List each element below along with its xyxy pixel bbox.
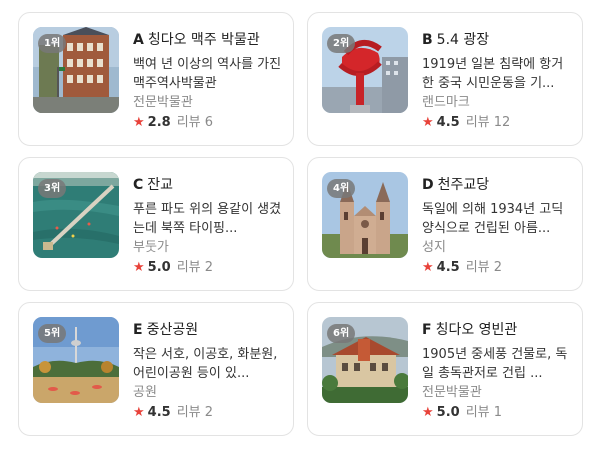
place-photo: 4위 [322, 172, 408, 258]
rank-badge: 6위 [327, 324, 356, 343]
place-category: 전문박물관 [422, 385, 482, 400]
review-count: 리뷰 2 [176, 260, 214, 275]
place-category: 공원 [133, 385, 157, 400]
place-rating: ★ 2.8 리뷰 6 [133, 114, 283, 132]
place-description: 푸른 파도 위의 용같이 생겼는데 북쪽 타이핑... [133, 202, 282, 236]
rating-score: 4.5 [436, 260, 460, 275]
place-description: 1905년 중세풍 건물로, 독일 총독관저로 건립 ... [422, 347, 568, 381]
rank-badge: 3위 [38, 179, 67, 198]
place-description: 1919년 일본 침략에 항거한 중국 시민운동을 기... [422, 57, 564, 91]
place-card-beer-museum[interactable]: 1위 A 칭다오 맥주 박물관 백여 년 이상의 역사를 가진 맥주역사박물관 전… [18, 12, 294, 146]
rating-score: 4.5 [436, 115, 460, 130]
place-grid: 1위 A 칭다오 맥주 박물관 백여 년 이상의 역사를 가진 맥주역사박물관 전… [0, 0, 605, 450]
place-letter: E [133, 322, 143, 338]
place-title[interactable]: B 5.4 광장 [422, 31, 572, 49]
place-card-may-fourth-square[interactable]: 2위 B 5.4 광장 1919년 일본 침략에 항거한 중국 시민운동을 기..… [307, 12, 583, 146]
place-photo: 5위 [33, 317, 119, 403]
place-category: 랜드마크 [422, 95, 470, 110]
place-card-zhanqiao-pier[interactable]: 3위 C 잔교 푸른 파도 위의 용같이 생겼는데 북쪽 타이핑... 부둣가 ★… [18, 157, 294, 291]
review-count: 리뷰 6 [176, 115, 214, 130]
place-letter: F [422, 322, 432, 338]
place-title[interactable]: D 천주교당 [422, 176, 572, 194]
place-title[interactable]: A 칭다오 맥주 박물관 [133, 31, 283, 49]
place-name: 중산공원 [146, 322, 199, 338]
star-icon: ★ [133, 405, 145, 420]
place-name: 잔교 [147, 177, 174, 193]
place-title[interactable]: C 잔교 [133, 176, 283, 194]
place-rating: ★ 5.0 리뷰 2 [133, 259, 283, 277]
star-icon: ★ [422, 405, 434, 420]
place-letter: A [133, 32, 144, 48]
place-letter: C [133, 177, 144, 193]
review-count: 리뷰 2 [465, 260, 503, 275]
place-card-catholic-church[interactable]: 4위 D 천주교당 독일에 의해 1934년 고딕양식으로 건립된 아름... 성… [307, 157, 583, 291]
rating-score: 5.0 [147, 260, 171, 275]
review-count: 리뷰 12 [465, 115, 511, 130]
review-count: 리뷰 1 [465, 405, 503, 420]
place-rating: ★ 4.5 리뷰 12 [422, 114, 572, 132]
place-name: 5.4 광장 [436, 32, 490, 48]
place-photo: 2위 [322, 27, 408, 113]
place-rating: ★ 5.0 리뷰 1 [422, 404, 572, 422]
place-photo: 6위 [322, 317, 408, 403]
place-letter: D [422, 177, 434, 193]
place-category: 전문박물관 [133, 95, 193, 110]
place-title[interactable]: E 중산공원 [133, 321, 283, 339]
place-card-guest-house[interactable]: 6위 F 칭다오 영빈관 1905년 중세풍 건물로, 독일 총독관저로 건립 .… [307, 302, 583, 436]
place-rating: ★ 4.5 리뷰 2 [133, 404, 283, 422]
rating-score: 2.8 [147, 115, 171, 130]
rating-score: 4.5 [147, 405, 171, 420]
place-name: 천주교당 [437, 177, 490, 193]
place-category: 성지 [422, 240, 446, 255]
place-title[interactable]: F 칭다오 영빈관 [422, 321, 572, 339]
place-photo: 1위 [33, 27, 119, 113]
place-card-zhongshan-park[interactable]: 5위 E 중산공원 작은 서호, 이공호, 화분원, 어린이공원 등이 있... … [18, 302, 294, 436]
place-description: 백여 년 이상의 역사를 가진 맥주역사박물관 [133, 57, 282, 91]
place-rating: ★ 4.5 리뷰 2 [422, 259, 572, 277]
place-name: 칭다오 맥주 박물관 [147, 32, 260, 48]
place-photo: 3위 [33, 172, 119, 258]
place-letter: B [422, 32, 433, 48]
review-count: 리뷰 2 [176, 405, 214, 420]
place-description: 작은 서호, 이공호, 화분원, 어린이공원 등이 있... [133, 347, 278, 381]
star-icon: ★ [422, 260, 434, 275]
place-description: 독일에 의해 1934년 고딕양식으로 건립된 아름... [422, 202, 564, 236]
star-icon: ★ [133, 260, 145, 275]
place-name: 칭다오 영빈관 [435, 322, 518, 338]
rank-badge: 1위 [38, 34, 67, 53]
rank-badge: 5위 [38, 324, 67, 343]
place-category: 부둣가 [133, 240, 169, 255]
rank-badge: 2위 [327, 34, 356, 53]
rank-badge: 4위 [327, 179, 356, 198]
rating-score: 5.0 [436, 405, 460, 420]
star-icon: ★ [133, 115, 145, 130]
star-icon: ★ [422, 115, 434, 130]
